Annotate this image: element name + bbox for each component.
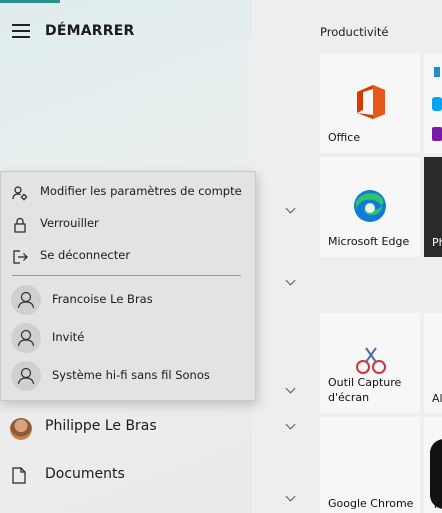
tile-label: Office bbox=[328, 131, 361, 144]
tile-office[interactable]: Office bbox=[320, 53, 420, 153]
current-user-name: Philippe Le Bras bbox=[45, 418, 157, 434]
rail-current-user[interactable]: Philippe Le Bras bbox=[0, 406, 252, 450]
expand-chevron-icon[interactable] bbox=[283, 273, 297, 287]
tile-label: Google Chrome bbox=[328, 497, 414, 510]
avatar bbox=[11, 323, 41, 353]
tile-partial-label: Ti bbox=[432, 498, 442, 511]
documents-label: Documents bbox=[45, 466, 125, 482]
app-icon bbox=[434, 67, 440, 77]
tile-google-chrome[interactable]: Google Chrome bbox=[320, 417, 420, 513]
sign-out-icon bbox=[13, 250, 28, 264]
tile-partial-dark[interactable]: Ph bbox=[424, 157, 442, 257]
expand-chevron-icon[interactable] bbox=[283, 489, 297, 503]
skype-icon bbox=[432, 97, 442, 111]
user-name: Francoise Le Bras bbox=[52, 292, 153, 306]
user-icon bbox=[17, 291, 35, 309]
office-icon bbox=[357, 85, 385, 119]
user-icon bbox=[17, 329, 35, 347]
menu-user-guest[interactable]: Invité bbox=[1, 319, 255, 357]
avatar bbox=[11, 361, 41, 391]
tile-partial[interactable]: Al bbox=[424, 313, 442, 413]
lock-icon bbox=[14, 217, 26, 233]
menu-divider bbox=[12, 275, 241, 276]
account-menu: Modifier les paramètres de compte Verrou… bbox=[0, 171, 256, 401]
expand-chevron-icon[interactable] bbox=[283, 417, 297, 431]
start-header: DÉMARRER bbox=[0, 0, 252, 64]
user-name: Invité bbox=[52, 330, 85, 344]
tile-partial-label: Al bbox=[432, 392, 442, 405]
menu-item-label: Modifier les paramètres de compte bbox=[40, 184, 242, 198]
edge-icon bbox=[354, 190, 386, 222]
user-icon bbox=[17, 367, 35, 385]
user-name: Système hi-fi sans fil Sonos bbox=[52, 368, 210, 382]
tile-snipping-tool[interactable]: Outil Capture d'écran bbox=[320, 313, 420, 413]
start-title: DÉMARRER bbox=[45, 23, 135, 39]
snipping-tool-icon bbox=[356, 347, 386, 374]
tile-label: Outil Capture d'écran bbox=[328, 376, 402, 404]
menu-user-francoise[interactable]: Francoise Le Bras bbox=[1, 281, 255, 319]
avatar bbox=[11, 285, 41, 315]
tile-microsoft-edge[interactable]: Microsoft Edge bbox=[320, 157, 420, 257]
menu-item-account-settings[interactable]: Modifier les paramètres de compte bbox=[1, 176, 255, 208]
document-icon bbox=[12, 467, 26, 484]
tile-group-label: Productivité bbox=[320, 25, 389, 39]
menu-user-sonos[interactable]: Système hi-fi sans fil Sonos bbox=[1, 357, 255, 395]
account-settings-icon bbox=[12, 186, 28, 201]
menu-item-sign-out[interactable]: Se déconnecter bbox=[1, 240, 255, 272]
tile-partial[interactable] bbox=[424, 53, 442, 153]
menu-item-label: Verrouiller bbox=[40, 216, 99, 230]
expand-chevron-icon[interactable] bbox=[283, 381, 297, 395]
menu-item-label: Se déconnecter bbox=[40, 248, 131, 262]
expand-chevron-icon[interactable] bbox=[283, 201, 297, 215]
tile-partial[interactable]: Ti bbox=[424, 417, 442, 513]
menu-item-lock[interactable]: Verrouiller bbox=[1, 208, 255, 240]
tile-label: Microsoft Edge bbox=[328, 235, 410, 248]
onenote-icon bbox=[432, 127, 442, 141]
profile-photo bbox=[10, 418, 32, 440]
tile-partial-label: Ph bbox=[432, 236, 442, 249]
hamburger-menu-icon[interactable] bbox=[12, 24, 30, 40]
rail-documents[interactable]: Documents bbox=[0, 454, 252, 498]
